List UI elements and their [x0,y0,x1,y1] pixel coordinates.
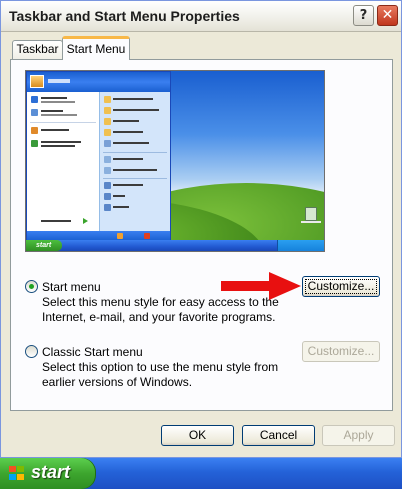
start-button[interactable]: start [0,458,96,489]
preview-text [113,195,125,197]
windows-flag-icon [9,466,25,481]
preview-text [41,129,69,131]
preview-all-programs [41,220,71,222]
tab-taskbar[interactable]: Taskbar [12,40,63,59]
preview-separator [103,152,167,153]
classic-start-menu-radio[interactable] [25,345,38,358]
window-title: Taskbar and Start Menu Properties [9,8,240,24]
preview-menu-right [99,92,170,232]
radio-selected-dot [29,284,34,289]
preview-text [41,141,81,143]
ok-button[interactable]: OK [161,425,234,446]
start-menu-radio[interactable] [25,280,38,293]
help-icon [104,182,111,189]
preview-text [113,158,143,160]
preview-menu-header [27,72,170,92]
internet-icon [31,96,38,103]
start-menu-label[interactable]: Start menu [42,280,101,294]
folder-icon [104,96,111,103]
red-arrow-icon [221,272,301,300]
classic-start-menu-description: Select this option to use the menu style… [42,360,279,389]
customize-start-menu-button[interactable]: Customize... [302,276,380,297]
email-icon [31,109,38,116]
preview-text [113,109,159,111]
recycle-bin-label [301,221,321,223]
help-button[interactable]: ? [353,5,374,26]
cancel-button[interactable]: Cancel [242,425,315,446]
control-panel-icon [104,156,111,163]
preview-text [41,101,75,103]
title-bar[interactable]: Taskbar and Start Menu Properties ? ✕ [1,1,401,32]
program-icon [31,140,38,147]
preview-separator [103,178,167,179]
preview-avatar-icon [30,75,44,88]
preview-text [41,110,63,112]
apply-button[interactable]: Apply [322,425,395,446]
preview-taskbar: start [26,240,324,251]
start-label: start [31,462,71,482]
all-programs-arrow-icon [83,218,88,224]
folder-icon [104,107,111,114]
printer-icon [104,167,111,174]
preview-user-name [48,79,70,83]
preview-system-tray [277,240,324,251]
preview-text [113,120,139,122]
preview-text [41,145,75,147]
preview-start-menu [26,71,171,242]
taskbar: start [0,458,402,489]
shut-down-icon [144,233,150,239]
program-icon [31,127,38,134]
tab-start-menu[interactable]: Start Menu [62,36,130,60]
preview-text [113,98,153,100]
preview-text [113,142,149,144]
folder-icon [104,118,111,125]
close-button[interactable]: ✕ [377,5,398,26]
search-icon [104,193,111,200]
recycle-bin-icon [305,207,317,221]
preview-text [113,184,143,186]
properties-dialog: Taskbar and Start Menu Properties ? ✕ Ta… [0,0,402,458]
preview-start-button: start [26,240,62,251]
run-icon [104,204,111,211]
preview-text [41,114,77,116]
classic-start-menu-label[interactable]: Classic Start menu [42,345,143,359]
computer-icon [104,140,111,147]
log-off-icon [117,233,123,239]
preview-text [113,206,129,208]
preview-text [113,131,143,133]
preview-text [113,169,157,171]
start-menu-preview: start [25,70,325,252]
folder-icon [104,129,111,136]
preview-text [41,97,67,99]
customize-classic-button[interactable]: Customize... [302,341,380,362]
preview-separator [30,122,96,123]
preview-menu-left [27,92,99,232]
